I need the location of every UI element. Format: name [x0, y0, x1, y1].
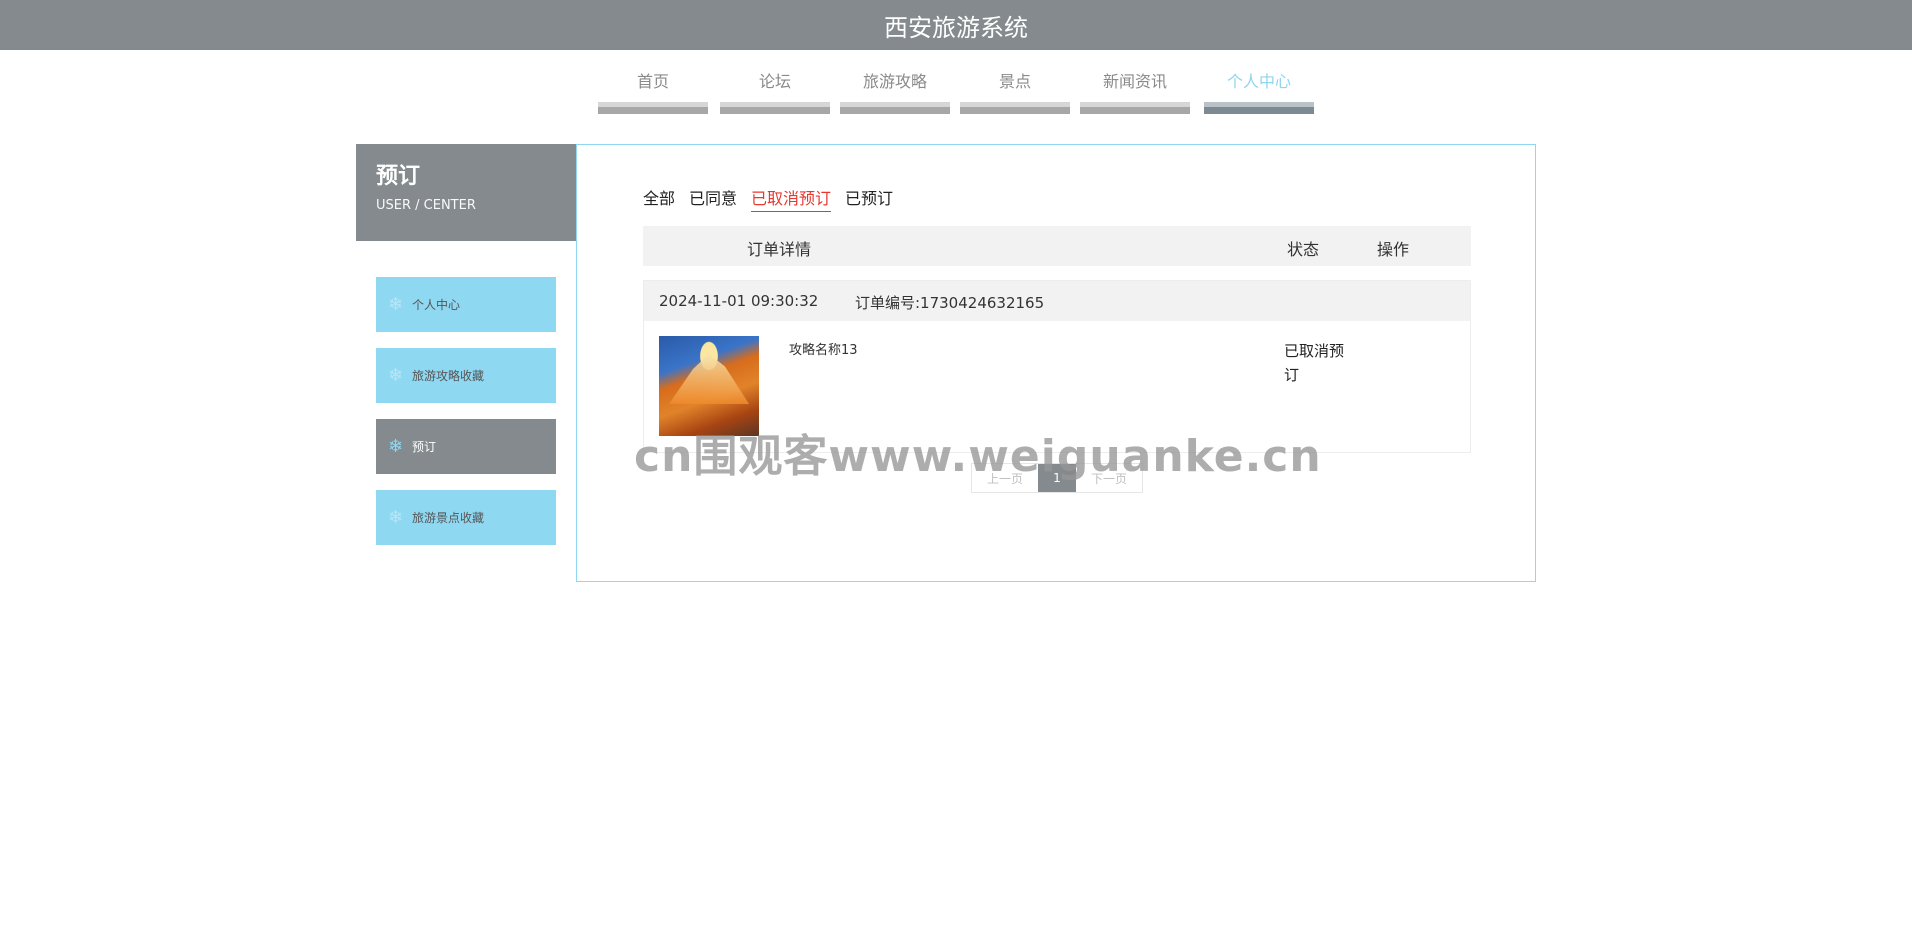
- sidebar-menu: ❄ 个人中心 ❄ 旅游攻略收藏 ❄ 预订 ❄ 旅游景点收藏: [376, 277, 556, 561]
- nav-item-forum[interactable]: 论坛: [720, 70, 830, 114]
- nav-label: 首页: [636, 72, 669, 91]
- app-title: 西安旅游系统: [884, 13, 1028, 42]
- snowflake-icon: ❄: [388, 507, 404, 528]
- nav-underline: [1204, 102, 1314, 114]
- sidebar-subtitle: USER / CENTER: [376, 198, 476, 213]
- app-header: 西安旅游系统: [0, 0, 1912, 50]
- nav-underline: [840, 102, 950, 114]
- sidebar-item-bookings[interactable]: ❄ 预订: [376, 419, 556, 474]
- filter-cancelled[interactable]: 已取消预订: [751, 185, 832, 212]
- filter-booked[interactable]: 已预订: [845, 185, 893, 212]
- orders-panel: 全部 已同意 已取消预订 已预订 订单详情 状态 操作 2024-11-01 0…: [576, 144, 1536, 582]
- nav-label: 论坛: [758, 72, 791, 91]
- main-nav: 首页 论坛 旅游攻略 景点 新闻资讯 个人中心: [598, 70, 1318, 114]
- nav-underline: [598, 102, 708, 114]
- watermark: cn围观客www.weiguanke.cn: [634, 431, 1322, 482]
- order-header: 2024-11-01 09:30:32 订单编号:1730424632165: [644, 281, 1470, 321]
- nav-underline: [960, 102, 1070, 114]
- sidebar-item-user-center[interactable]: ❄ 个人中心: [376, 277, 556, 332]
- sidebar-header: 预订 USER / CENTER: [356, 144, 576, 241]
- nav-label: 个人中心: [1226, 72, 1291, 91]
- snowflake-icon: ❄: [388, 365, 404, 386]
- sidebar-item-label: 个人中心: [412, 298, 461, 312]
- sidebar-item-label: 预订: [412, 440, 437, 454]
- sidebar-item-label: 旅游攻略收藏: [412, 369, 485, 383]
- order-item-name[interactable]: 攻略名称13: [789, 339, 858, 358]
- snowflake-icon: ❄: [388, 436, 404, 457]
- nav-item-guides[interactable]: 旅游攻略: [840, 70, 950, 114]
- nav-label: 景点: [998, 72, 1031, 91]
- snowflake-icon: ❄: [388, 294, 404, 315]
- nav-label: 新闻资讯: [1102, 72, 1167, 91]
- sidebar-item-guide-favorites[interactable]: ❄ 旅游攻略收藏: [376, 348, 556, 403]
- sidebar-item-label: 旅游景点收藏: [412, 511, 485, 525]
- filter-agreed[interactable]: 已同意: [689, 185, 737, 212]
- column-actions: 操作: [1377, 240, 1410, 259]
- column-status: 状态: [1287, 240, 1320, 259]
- nav-underline: [1080, 102, 1190, 114]
- nav-item-news[interactable]: 新闻资讯: [1080, 70, 1190, 114]
- nav-underline: [720, 102, 830, 114]
- nav-label: 旅游攻略: [862, 72, 927, 91]
- sidebar-item-attraction-favorites[interactable]: ❄ 旅游景点收藏: [376, 490, 556, 545]
- filter-all[interactable]: 全部: [643, 185, 675, 212]
- order-status: 已取消预订: [1284, 342, 1345, 384]
- order-filter-tabs: 全部 已同意 已取消预订 已预订: [643, 185, 893, 212]
- order-number: 订单编号:1730424632165: [855, 294, 1045, 312]
- order-time: 2024-11-01 09:30:32: [659, 292, 819, 310]
- nav-item-home[interactable]: 首页: [598, 70, 708, 114]
- nav-item-attractions[interactable]: 景点: [960, 70, 1070, 114]
- orders-table-header: 订单详情 状态 操作: [643, 226, 1471, 266]
- nav-item-user-center[interactable]: 个人中心: [1204, 70, 1314, 114]
- column-order-details: 订单详情: [747, 240, 812, 259]
- sidebar-title: 预订: [376, 164, 421, 189]
